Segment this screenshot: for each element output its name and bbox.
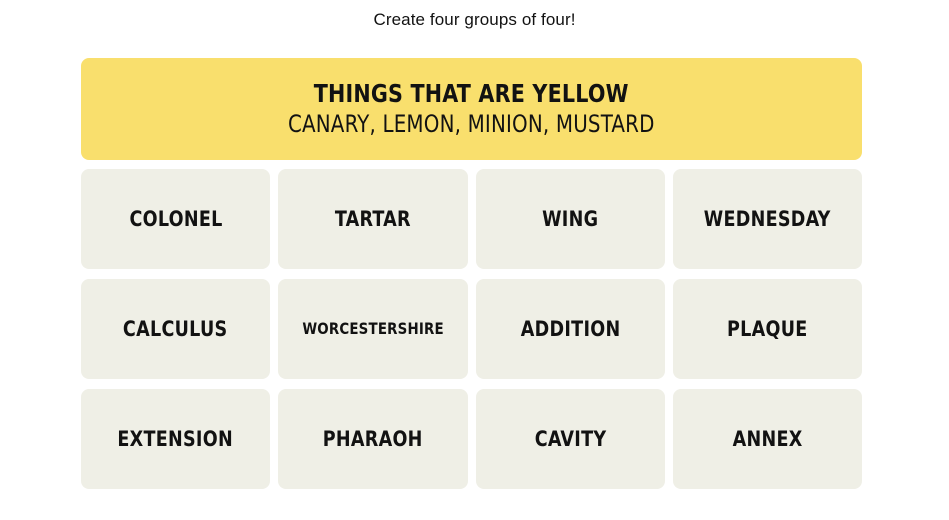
- connections-board: Create four groups of four! THINGS THAT …: [0, 0, 949, 520]
- word-tile[interactable]: WING: [475, 169, 665, 269]
- word-tile[interactable]: TARTAR: [278, 169, 468, 269]
- solved-group-members: CANARY, LEMON, MINION, MUSTARD: [288, 110, 655, 138]
- word-tile[interactable]: WEDNESDAY: [672, 169, 862, 269]
- word-tile-label: TARTAR: [334, 207, 411, 231]
- tile-row: COLONEL TARTAR WING WEDNESDAY: [81, 169, 862, 269]
- word-tile[interactable]: CAVITY: [475, 389, 665, 489]
- solved-group-title: THINGS THAT ARE YELLOW: [314, 79, 629, 108]
- word-tile[interactable]: PLAQUE: [672, 279, 862, 379]
- word-tile-label: EXTENSION: [117, 427, 234, 451]
- word-tile[interactable]: COLONEL: [81, 169, 271, 269]
- tile-row: EXTENSION PHARAOH CAVITY ANNEX: [81, 389, 862, 489]
- word-tile-label: WEDNESDAY: [703, 207, 831, 231]
- word-tile-label: ANNEX: [732, 427, 803, 451]
- puzzle-grid: THINGS THAT ARE YELLOW CANARY, LEMON, MIN…: [81, 58, 862, 489]
- instruction-text: Create four groups of four!: [373, 10, 576, 29]
- word-tile[interactable]: ANNEX: [672, 389, 862, 489]
- word-tile-label: WORCESTERSHIRE: [302, 319, 444, 338]
- word-tile[interactable]: ADDITION: [475, 279, 665, 379]
- word-tile-label: COLONEL: [129, 207, 223, 231]
- word-tile[interactable]: CALCULUS: [81, 279, 271, 379]
- tile-grid-container: COLONEL TARTAR WING WEDNESDAY CALCULUS WORCES…: [81, 169, 862, 489]
- word-tile-label: ADDITION: [520, 317, 620, 341]
- word-tile-label: PLAQUE: [727, 317, 808, 341]
- solved-group-yellow: THINGS THAT ARE YELLOW CANARY, LEMON, MIN…: [81, 58, 862, 160]
- word-tile[interactable]: EXTENSION: [81, 389, 271, 489]
- word-tile-label: CAVITY: [534, 427, 606, 451]
- solved-groups-container: THINGS THAT ARE YELLOW CANARY, LEMON, MIN…: [81, 58, 862, 160]
- word-tile-label: CALCULUS: [123, 317, 228, 341]
- word-tile[interactable]: PHARAOH: [278, 389, 468, 489]
- word-tile-label: PHARAOH: [322, 427, 423, 451]
- tile-row: CALCULUS WORCESTERSHIRE ADDITION PLAQUE: [81, 279, 862, 379]
- word-tile-label: WING: [542, 207, 599, 231]
- word-tile[interactable]: WORCESTERSHIRE: [278, 279, 468, 379]
